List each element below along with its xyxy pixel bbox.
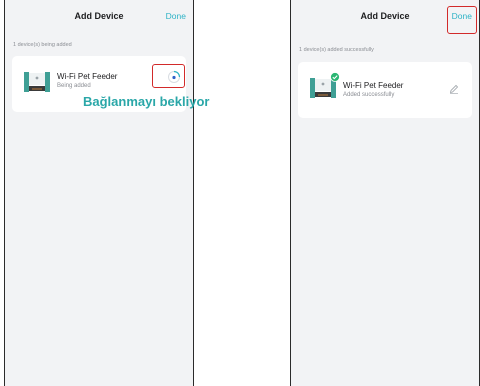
phone-screen-adding: Add Device Done 1 device(s) being added …	[4, 0, 194, 386]
device-card[interactable]: Wi-Fi Pet Feeder Added successfully	[298, 62, 472, 118]
phone-screen-added: Add Device Done 1 device(s) added succes…	[290, 0, 480, 386]
highlight-box-spinner	[152, 64, 185, 88]
success-check-icon	[330, 72, 340, 82]
device-status: Being added	[57, 83, 91, 89]
edit-pencil-icon[interactable]	[449, 84, 459, 94]
pet-feeder-icon	[24, 71, 50, 93]
highlight-box-done	[447, 6, 477, 34]
adding-status-text: 1 device(s) being added	[13, 42, 72, 48]
device-name: Wi-Fi Pet Feeder	[57, 72, 118, 81]
added-status-text: 1 device(s) added successfully	[299, 47, 374, 53]
annotation-label: Bağlanmayı bekliyor	[83, 94, 210, 109]
device-name: Wi-Fi Pet Feeder	[343, 81, 404, 90]
device-status: Added successfully	[343, 92, 395, 98]
nav-header: Add Device Done	[5, 0, 193, 34]
done-button[interactable]: Done	[166, 11, 186, 21]
